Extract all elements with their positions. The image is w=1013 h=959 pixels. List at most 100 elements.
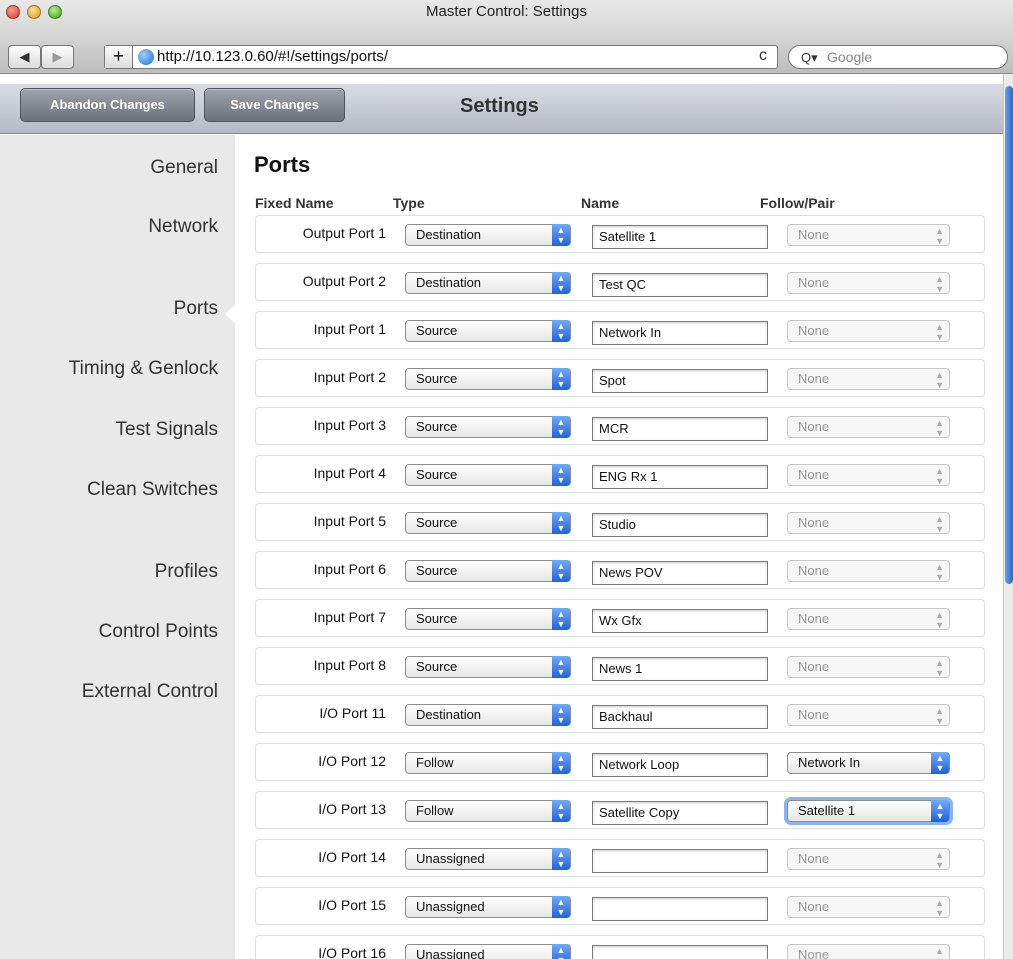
- port-name-field[interactable]: [592, 849, 768, 873]
- sidebar-item-external-control[interactable]: External Control: [82, 681, 218, 703]
- follow-pair-select[interactable]: None ▲▼: [787, 560, 950, 582]
- follow-pair-select[interactable]: None ▲▼: [787, 320, 950, 342]
- type-select[interactable]: Source ▲ ▼: [405, 656, 571, 678]
- back-button[interactable]: ◀: [8, 45, 41, 69]
- type-select[interactable]: Destination ▲ ▼: [405, 224, 571, 246]
- browser-toolbar: ◀ ▶ + http://10.123.0.60/#!/settings/por…: [0, 40, 1013, 74]
- type-select-value: Destination: [416, 707, 482, 722]
- settings-sidebar: General Network Ports Timing & Genlock T…: [0, 135, 235, 959]
- type-select[interactable]: Source ▲ ▼: [405, 320, 571, 342]
- select-arrows-icon: ▲▼: [935, 226, 944, 246]
- abandon-changes-button[interactable]: Abandon Changes: [20, 88, 195, 122]
- port-name-field[interactable]: Test QC: [592, 273, 768, 297]
- port-name-field[interactable]: Backhaul: [592, 705, 768, 729]
- type-select[interactable]: Source ▲ ▼: [405, 560, 571, 582]
- port-name-field[interactable]: News 1: [592, 657, 768, 681]
- follow-pair-select[interactable]: None ▲▼: [787, 896, 950, 918]
- column-header-type: Type: [393, 195, 425, 211]
- follow-pair-select[interactable]: Satellite 1 ▲ ▼: [787, 800, 950, 822]
- type-select[interactable]: Follow ▲ ▼: [405, 752, 571, 774]
- sidebar-item-general[interactable]: General: [150, 157, 218, 179]
- select-arrows-icon: ▲▼: [552, 464, 570, 486]
- sidebar-item-ports[interactable]: Ports: [174, 298, 218, 320]
- port-name-field[interactable]: News POV: [592, 561, 768, 585]
- follow-pair-select[interactable]: None ▲▼: [787, 656, 950, 678]
- follow-pair-select[interactable]: None ▲▼: [787, 416, 950, 438]
- port-name-field[interactable]: Network In: [592, 321, 768, 345]
- url-text[interactable]: http://10.123.0.60/#!/settings/ports/: [157, 48, 388, 65]
- type-select[interactable]: Unassigned ▲▼: [405, 848, 571, 870]
- select-arrows-icon: ▲▼: [552, 224, 570, 246]
- save-changes-button[interactable]: Save Changes: [204, 88, 345, 122]
- follow-pair-value: Network In: [798, 755, 861, 770]
- address-bar[interactable]: + http://10.123.0.60/#!/settings/ports/ …: [104, 45, 778, 69]
- search-placeholder: Google: [827, 49, 873, 65]
- reload-icon[interactable]: c: [759, 47, 767, 65]
- sidebar-item-clean-switches[interactable]: Clean Switches: [87, 479, 218, 501]
- type-select[interactable]: Unassigned ▲▼: [405, 896, 571, 918]
- port-name-field[interactable]: MCR: [592, 417, 768, 441]
- sidebar-item-control-points[interactable]: Control Points: [99, 621, 218, 643]
- port-fixed-name: Input Port 7: [313, 609, 386, 625]
- type-select[interactable]: Source ▲ ▼: [405, 464, 571, 486]
- table-row: I/O Port 16 Unassigned ▲▼ None ▲▼: [255, 935, 985, 959]
- follow-pair-select[interactable]: None ▲▼: [787, 368, 950, 390]
- port-name-field[interactable]: [592, 897, 768, 921]
- follow-pair-select[interactable]: None ▲▼: [787, 704, 950, 726]
- follow-pair-select[interactable]: None ▲▼: [787, 608, 950, 630]
- follow-pair-select[interactable]: None ▲▼: [787, 464, 950, 486]
- select-arrows-icon: ▲▼: [552, 656, 570, 678]
- sidebar-item-test-signals[interactable]: Test Signals: [116, 419, 218, 441]
- scrollbar-thumb[interactable]: [1005, 86, 1013, 584]
- type-select[interactable]: Source ▲ ▼: [405, 416, 571, 438]
- forward-button[interactable]: ▶: [41, 45, 74, 69]
- search-field[interactable]: Q▾ Google: [788, 45, 1008, 69]
- table-row: Output Port 2 Destination ▲ ▼ Test QC None ▲ ▼: [255, 263, 985, 301]
- sidebar-item-timing-genlock[interactable]: Timing & Genlock: [69, 358, 218, 380]
- active-indicator-icon: [225, 305, 235, 323]
- port-name-field[interactable]: Network Loop: [592, 753, 768, 777]
- follow-pair-value: None: [798, 515, 830, 530]
- follow-pair-value: None: [798, 707, 830, 722]
- select-arrows-icon: ▲▼: [552, 800, 570, 822]
- type-select[interactable]: Source ▲ ▼: [405, 608, 571, 630]
- port-fixed-name: Input Port 5: [313, 513, 386, 529]
- table-row: Input Port 7 Source ▲ ▼ Wx Gfx None ▲ ▼: [255, 599, 985, 637]
- port-fixed-name: I/O Port 12: [318, 753, 386, 769]
- port-name-field[interactable]: Satellite 1: [592, 225, 768, 249]
- vertical-scrollbar[interactable]: [1003, 74, 1013, 959]
- port-name-field[interactable]: Studio: [592, 513, 768, 537]
- follow-pair-select[interactable]: None ▲▼: [787, 944, 950, 959]
- add-bookmark-button[interactable]: +: [105, 46, 133, 68]
- follow-pair-select[interactable]: None ▲▼: [787, 272, 950, 294]
- port-name-field[interactable]: Wx Gfx: [592, 609, 768, 633]
- follow-pair-value: None: [798, 323, 830, 338]
- select-arrows-icon: ▲▼: [552, 896, 570, 918]
- port-name-field[interactable]: Satellite Copy: [592, 801, 768, 825]
- type-select-value: Source: [416, 323, 458, 338]
- port-name-field[interactable]: [592, 945, 768, 959]
- follow-pair-select[interactable]: Network In ▲ ▼: [787, 752, 950, 774]
- port-name-field[interactable]: ENG Rx 1: [592, 465, 768, 489]
- type-select[interactable]: Destination ▲ ▼: [405, 704, 571, 726]
- follow-pair-value: None: [798, 227, 830, 242]
- type-select[interactable]: Source ▲ ▼: [405, 368, 571, 390]
- select-arrows-icon: ▲▼: [552, 368, 570, 390]
- sidebar-item-profiles[interactable]: Profiles: [155, 561, 218, 583]
- table-row: Input Port 5 Source ▲ ▼ Studio None ▲ ▼: [255, 503, 985, 541]
- port-fixed-name: Output Port 1: [302, 225, 386, 241]
- sidebar-item-network[interactable]: Network: [148, 216, 218, 238]
- follow-pair-select[interactable]: None ▲▼: [787, 512, 950, 534]
- type-select[interactable]: Destination ▲ ▼: [405, 272, 571, 294]
- window-title: Master Control: Settings: [426, 3, 587, 20]
- type-select-value: Destination: [416, 275, 482, 290]
- type-select[interactable]: Source ▲ ▼: [405, 512, 571, 534]
- port-name-field[interactable]: Spot: [592, 369, 768, 393]
- table-row: Input Port 6 Source ▲ ▼ News POV None ▲ ▼: [255, 551, 985, 589]
- type-select[interactable]: Unassigned ▲▼: [405, 944, 571, 959]
- follow-pair-select[interactable]: None ▲▼: [787, 224, 950, 246]
- port-fixed-name: Input Port 3: [313, 417, 386, 433]
- type-select[interactable]: Follow ▲ ▼: [405, 800, 571, 822]
- follow-pair-select[interactable]: None ▲▼: [787, 848, 950, 870]
- select-arrows-icon: ▲▼: [935, 658, 944, 678]
